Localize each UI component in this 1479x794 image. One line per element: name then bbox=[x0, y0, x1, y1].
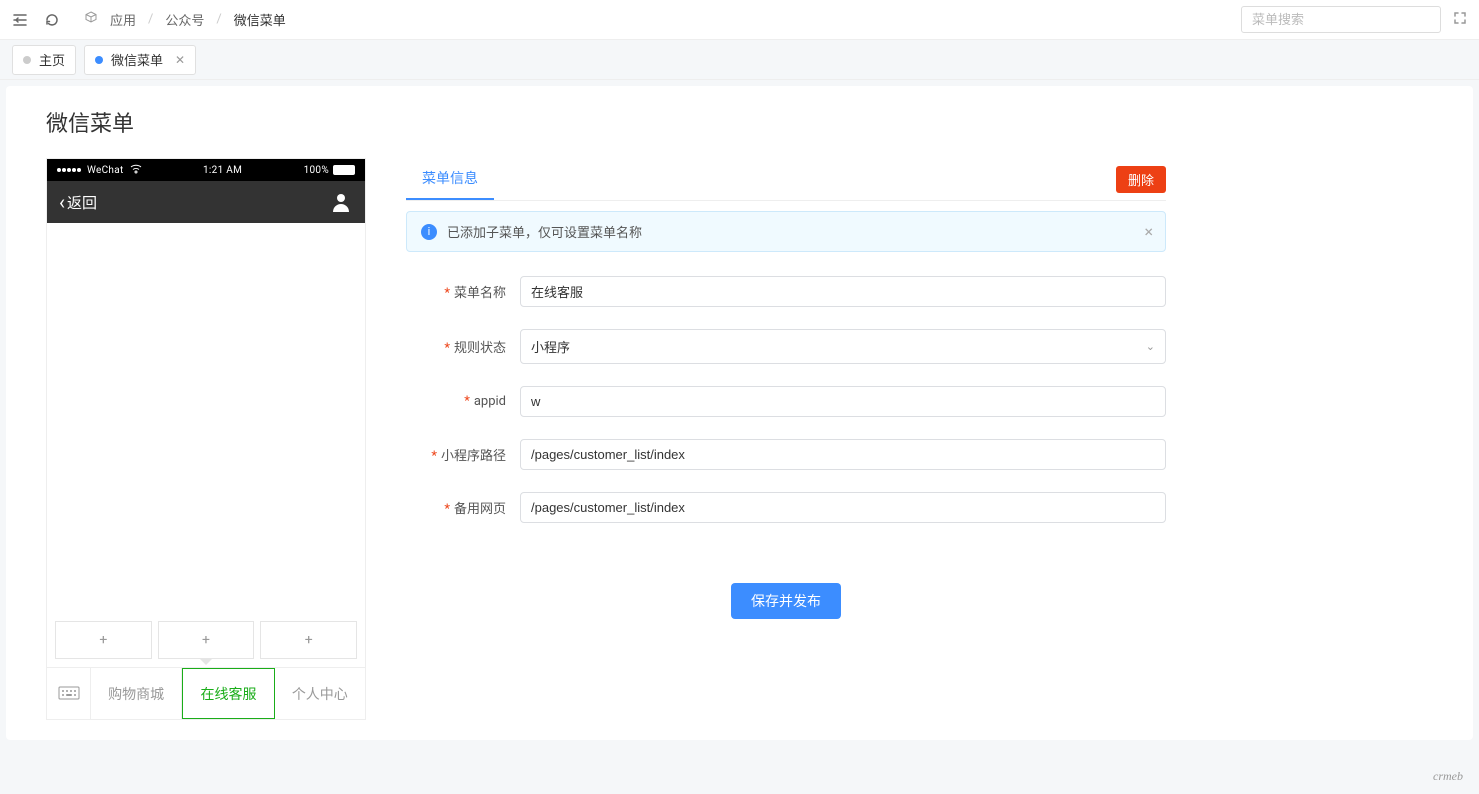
form-row-name: *菜单名称 bbox=[406, 276, 1166, 307]
breadcrumb: 应用 / 公众号 / 微信菜单 bbox=[84, 10, 286, 29]
submit-row: 保存并发布 bbox=[406, 583, 1166, 619]
fullscreen-icon[interactable] bbox=[1453, 11, 1467, 29]
wifi-icon bbox=[130, 164, 142, 177]
breadcrumb-current: 微信菜单 bbox=[234, 10, 286, 29]
phone-status-bar: WeChat 1:21 AM 100% bbox=[47, 159, 365, 181]
close-icon[interactable]: × bbox=[1144, 222, 1153, 241]
label-name: *菜单名称 bbox=[406, 282, 506, 301]
carrier-label: WeChat bbox=[87, 165, 124, 176]
tabs-bar: 主页 微信菜单 ✕ bbox=[0, 40, 1479, 80]
pointer-icon bbox=[199, 658, 213, 665]
info-text: 已添加子菜单，仅可设置菜单名称 bbox=[447, 222, 642, 241]
input-path[interactable] bbox=[520, 439, 1166, 470]
form-header: 菜单信息 删除 bbox=[406, 158, 1166, 201]
time-label: 1:21 AM bbox=[203, 165, 242, 176]
form-tab[interactable]: 菜单信息 bbox=[406, 158, 494, 200]
tab-label: 微信菜单 bbox=[111, 50, 163, 69]
cube-icon bbox=[84, 11, 98, 29]
header-icons bbox=[12, 12, 60, 28]
app-header: 应用 / 公众号 / 微信菜单 bbox=[0, 0, 1479, 40]
label-path: *小程序路径 bbox=[406, 445, 506, 464]
select-status[interactable]: 小程序 ⌄ bbox=[520, 329, 1166, 364]
label-appid: *appid bbox=[406, 394, 506, 409]
breadcrumb-item[interactable]: 公众号 bbox=[165, 10, 204, 29]
add-submenu-1[interactable]: + bbox=[55, 621, 152, 659]
tab-home[interactable]: 主页 bbox=[12, 45, 76, 75]
brand-mark: crmeb bbox=[1433, 769, 1463, 784]
tab-label: 主页 bbox=[39, 50, 65, 69]
chevron-down-icon: ⌄ bbox=[1146, 340, 1155, 353]
profile-icon[interactable] bbox=[329, 190, 353, 214]
phone-preview: WeChat 1:21 AM 100% ‹ 返回 bbox=[46, 158, 366, 720]
tab-dot-icon bbox=[23, 56, 31, 64]
label-fallback: *备用网页 bbox=[406, 498, 506, 517]
breadcrumb-separator: / bbox=[216, 12, 221, 27]
page-title: 微信菜单 bbox=[46, 106, 1433, 138]
back-label: 返回 bbox=[67, 192, 97, 213]
search-input[interactable] bbox=[1241, 6, 1441, 33]
breadcrumb-separator: / bbox=[148, 12, 153, 27]
input-appid[interactable] bbox=[520, 386, 1166, 417]
tab-wechat-menu[interactable]: 微信菜单 ✕ bbox=[84, 45, 196, 75]
menu-item-shop[interactable]: 购物商城 bbox=[91, 668, 182, 719]
tab-dot-icon bbox=[95, 56, 103, 64]
phone-screen bbox=[47, 223, 365, 613]
menu-toggle-icon[interactable] bbox=[12, 12, 28, 28]
refresh-icon[interactable] bbox=[44, 12, 60, 28]
label-status: *规则状态 bbox=[406, 337, 506, 356]
form-row-status: *规则状态 小程序 ⌄ bbox=[406, 329, 1166, 364]
info-alert: i 已添加子菜单，仅可设置菜单名称 × bbox=[406, 211, 1166, 252]
input-fallback[interactable] bbox=[520, 492, 1166, 523]
info-icon: i bbox=[421, 224, 437, 240]
form-row-path: *小程序路径 bbox=[406, 439, 1166, 470]
form-row-appid: *appid bbox=[406, 386, 1166, 417]
close-icon[interactable]: ✕ bbox=[175, 53, 185, 67]
add-submenu-3[interactable]: + bbox=[260, 621, 357, 659]
add-submenu-2[interactable]: + bbox=[158, 621, 255, 659]
menu-item-service[interactable]: 在线客服 bbox=[182, 668, 274, 719]
status-right: 100% bbox=[304, 165, 355, 176]
battery-icon bbox=[333, 165, 355, 175]
chevron-left-icon: ‹ bbox=[59, 190, 65, 214]
phone-bottom-menu: 购物商城 在线客服 个人中心 bbox=[47, 667, 365, 719]
main-content: WeChat 1:21 AM 100% ‹ 返回 bbox=[46, 158, 1433, 720]
sub-menu-panel: + + + bbox=[47, 613, 365, 667]
delete-button[interactable]: 删除 bbox=[1116, 166, 1166, 193]
form-row-fallback: *备用网页 bbox=[406, 492, 1166, 523]
form-panel: 菜单信息 删除 i 已添加子菜单，仅可设置菜单名称 × *菜单名称 *规则状态 … bbox=[406, 158, 1166, 720]
select-value: 小程序 bbox=[531, 337, 570, 356]
keyboard-icon[interactable] bbox=[47, 668, 91, 719]
battery-label: 100% bbox=[304, 165, 329, 176]
back-button[interactable]: ‹ 返回 bbox=[59, 190, 97, 214]
status-left: WeChat bbox=[57, 164, 142, 177]
page-container: 微信菜单 WeChat 1:21 AM 100% bbox=[6, 86, 1473, 740]
signal-icon bbox=[57, 168, 81, 172]
save-publish-button[interactable]: 保存并发布 bbox=[731, 583, 841, 619]
menu-item-profile[interactable]: 个人中心 bbox=[275, 668, 365, 719]
input-name[interactable] bbox=[520, 276, 1166, 307]
phone-nav: ‹ 返回 bbox=[47, 181, 365, 223]
breadcrumb-item[interactable]: 应用 bbox=[110, 10, 136, 29]
